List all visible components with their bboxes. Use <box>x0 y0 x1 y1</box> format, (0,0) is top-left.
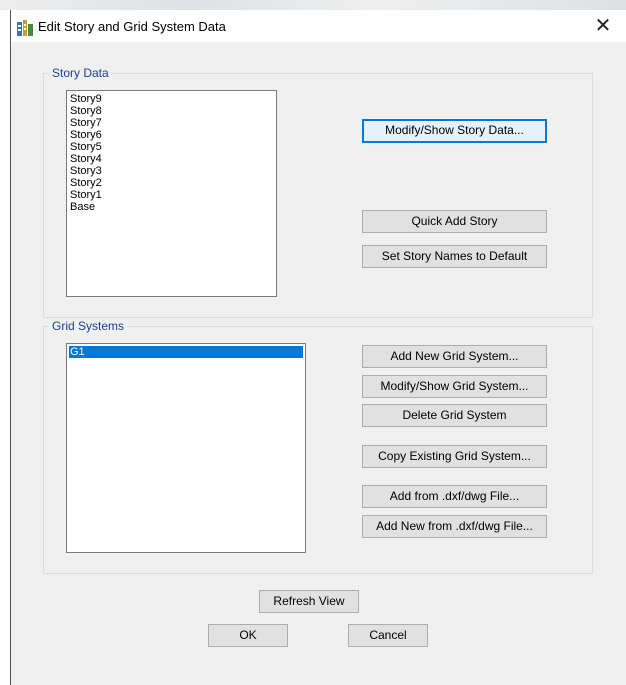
story-list-item[interactable]: Story3 <box>70 165 273 177</box>
edit-story-grid-dialog: Edit Story and Grid System Data ✕ Story … <box>10 10 626 685</box>
close-icon: ✕ <box>594 15 612 37</box>
story-list-item[interactable]: Story6 <box>70 129 273 141</box>
story-list-item[interactable]: Story2 <box>70 177 273 189</box>
add-new-from-dxf-button[interactable]: Add New from .dxf/dwg File... <box>362 515 547 538</box>
window-title: Edit Story and Grid System Data <box>38 19 226 34</box>
story-list-item[interactable]: Story4 <box>70 153 273 165</box>
modify-grid-system-button[interactable]: Modify/Show Grid System... <box>362 375 547 398</box>
story-data-label: Story Data <box>49 66 112 80</box>
background-window-strip <box>0 0 626 10</box>
story-list-item[interactable]: Base <box>70 201 273 213</box>
modify-story-data-button[interactable]: Modify/Show Story Data... <box>362 119 547 143</box>
add-new-grid-system-button[interactable]: Add New Grid System... <box>362 345 547 368</box>
story-list[interactable]: Story9 Story8 Story7 Story6 Story5 Story4 Stor… <box>66 90 277 297</box>
grid-system-list[interactable]: G1 <box>66 343 306 553</box>
story-list-item[interactable]: Story5 <box>70 141 273 153</box>
story-list-item[interactable]: Story7 <box>70 117 273 129</box>
story-list-item[interactable]: Story8 <box>70 105 273 117</box>
set-story-names-default-button[interactable]: Set Story Names to Default <box>362 245 547 268</box>
story-list-item[interactable]: Story9 <box>70 93 273 105</box>
grid-system-list-item[interactable]: G1 <box>69 346 303 358</box>
close-button[interactable]: ✕ <box>588 12 618 40</box>
cancel-button[interactable]: Cancel <box>348 624 428 647</box>
refresh-view-button[interactable]: Refresh View <box>259 590 359 613</box>
grid-systems-label: Grid Systems <box>49 319 128 333</box>
etabs-app-icon <box>17 20 33 36</box>
story-list-item[interactable]: Story1 <box>70 189 273 201</box>
quick-add-story-button[interactable]: Quick Add Story <box>362 210 547 233</box>
title-bar[interactable]: Edit Story and Grid System Data ✕ <box>11 10 626 42</box>
copy-grid-system-button[interactable]: Copy Existing Grid System... <box>362 445 547 468</box>
add-from-dxf-button[interactable]: Add from .dxf/dwg File... <box>362 485 547 508</box>
ok-button[interactable]: OK <box>208 624 288 647</box>
delete-grid-system-button[interactable]: Delete Grid System <box>362 404 547 427</box>
